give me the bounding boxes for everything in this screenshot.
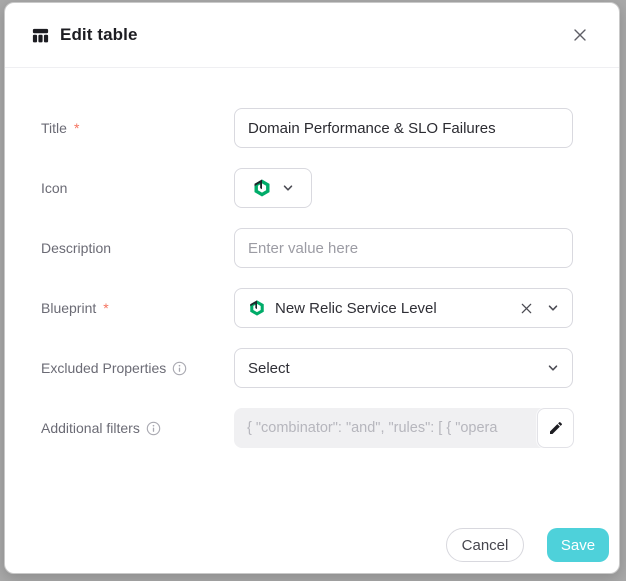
title-label: Title* xyxy=(41,108,79,148)
table-icon xyxy=(31,26,50,45)
blueprint-value: New Relic Service Level xyxy=(275,300,511,317)
cancel-button[interactable]: Cancel xyxy=(446,528,524,562)
close-button[interactable] xyxy=(569,24,591,46)
excluded-properties-label: Excluded Properties xyxy=(41,348,187,388)
blueprint-label: Blueprint* xyxy=(41,288,109,328)
field-row-title: Title* xyxy=(5,108,619,148)
info-icon[interactable] xyxy=(172,361,187,376)
icon-label: Icon xyxy=(41,168,67,208)
additional-filters-preview: { "combinator": "and", "rules": [ { "ope… xyxy=(234,408,573,448)
pencil-icon xyxy=(548,420,564,436)
title-input[interactable] xyxy=(234,108,573,148)
dialog-header: Edit table xyxy=(5,3,619,67)
close-icon xyxy=(573,28,587,42)
header-divider xyxy=(5,67,619,68)
clear-icon[interactable] xyxy=(520,302,533,315)
edit-filters-button[interactable] xyxy=(537,408,574,448)
dialog-title: Edit table xyxy=(60,25,138,45)
additional-filters-label: Additional filters xyxy=(41,408,161,448)
excluded-properties-select[interactable]: Select xyxy=(234,348,573,388)
field-row-additional-filters: Additional filters { "combinator": "and"… xyxy=(5,408,619,448)
chevron-down-icon[interactable] xyxy=(547,302,559,314)
excluded-properties-placeholder: Select xyxy=(248,360,538,377)
new-relic-logo-icon xyxy=(248,299,266,317)
edit-table-dialog: Edit table Title* Icon xyxy=(4,2,620,574)
save-button[interactable]: Save xyxy=(547,528,609,562)
chevron-down-icon xyxy=(282,182,294,194)
field-row-description: Description xyxy=(5,228,619,268)
icon-dropdown[interactable] xyxy=(234,168,312,208)
field-row-icon: Icon xyxy=(5,168,619,208)
info-icon[interactable] xyxy=(146,421,161,436)
chevron-down-icon[interactable] xyxy=(547,362,559,374)
blueprint-select[interactable]: New Relic Service Level xyxy=(234,288,573,328)
required-asterisk: * xyxy=(74,120,79,136)
field-row-blueprint: Blueprint* New Relic Service Level xyxy=(5,288,619,328)
new-relic-logo-icon xyxy=(252,178,272,198)
description-label: Description xyxy=(41,228,111,268)
description-input[interactable] xyxy=(234,228,573,268)
field-row-excluded-properties: Excluded Properties Select xyxy=(5,348,619,388)
required-asterisk: * xyxy=(103,300,108,316)
